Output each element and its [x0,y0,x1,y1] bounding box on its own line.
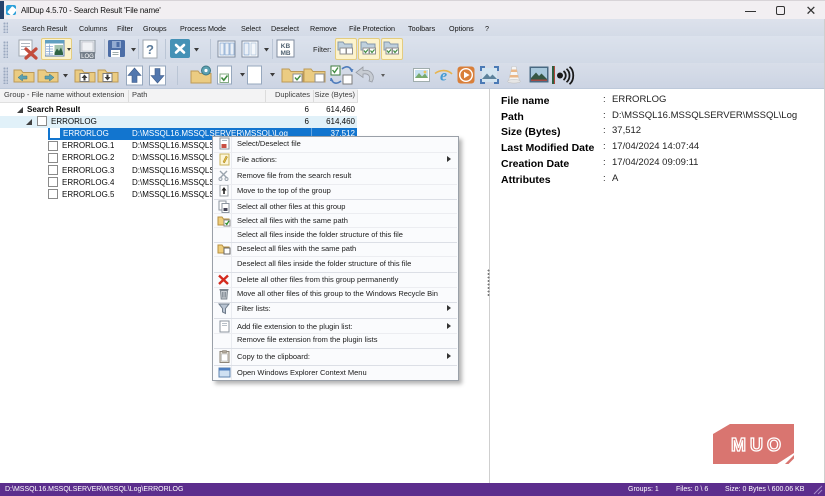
svg-text:LOG: LOG [81,54,94,59]
svg-text:?: ? [146,42,154,57]
svg-text:MUO: MUO [731,435,785,455]
svg-text:MB: MB [280,50,290,57]
svg-text:KB: KB [281,43,291,50]
